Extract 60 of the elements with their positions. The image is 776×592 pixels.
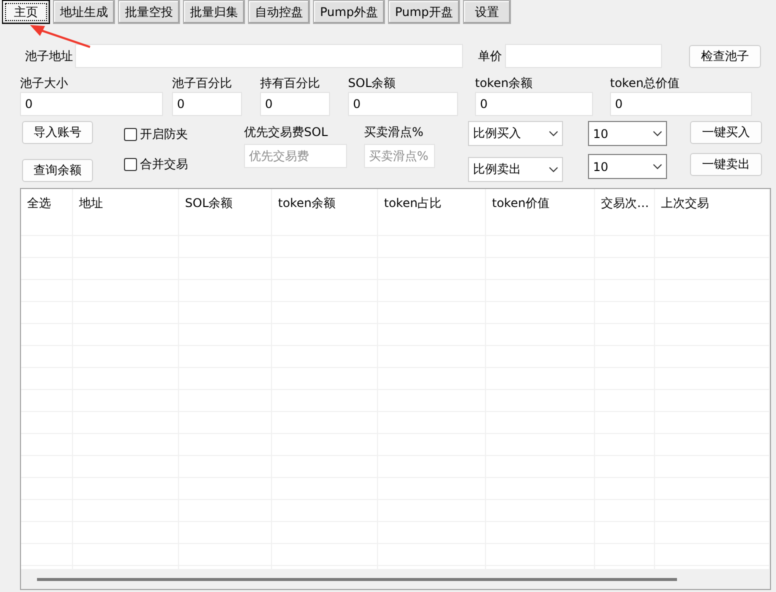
dropdown-value: 比例买入 xyxy=(473,125,521,142)
horizontal-scrollbar[interactable] xyxy=(21,569,770,589)
column-header[interactable]: 交易次… xyxy=(595,189,655,235)
tab[interactable]: 主页 xyxy=(2,0,50,24)
tab[interactable]: 自动控盘 xyxy=(248,0,310,24)
input-field[interactable]: 0 xyxy=(172,92,242,116)
input-field[interactable] xyxy=(75,44,463,68)
input-field[interactable]: 优先交易费 xyxy=(244,144,347,168)
tab[interactable]: 批量归集 xyxy=(183,0,245,24)
dropdown-value: 比例卖出 xyxy=(473,161,521,178)
chevron-down-icon xyxy=(653,130,662,136)
dropdown[interactable]: 10 xyxy=(588,154,667,179)
column-header[interactable]: token占比 xyxy=(378,189,486,235)
chevron-down-icon xyxy=(549,130,558,136)
arrow-annotation xyxy=(30,25,90,48)
trade-button[interactable]: 一键卖出 xyxy=(690,153,762,176)
input-field[interactable]: 0 xyxy=(348,92,458,116)
field-label: 优先交易费SOL xyxy=(244,124,329,141)
field-label: token余额 xyxy=(475,75,534,92)
field-label: token总价值 xyxy=(610,75,681,92)
dropdown[interactable]: 比例卖出 xyxy=(468,157,563,182)
tab[interactable]: 批量空投 xyxy=(118,0,180,24)
field-label: 单价 xyxy=(478,48,502,64)
input-field[interactable]: 0 xyxy=(20,92,163,116)
input-field[interactable]: 买卖滑点% xyxy=(364,144,435,168)
column-header[interactable]: token余额 xyxy=(272,189,378,235)
field-label: SOL余额 xyxy=(348,75,397,92)
tab[interactable]: Pump外盘 xyxy=(313,0,385,24)
scrollbar-thumb[interactable] xyxy=(37,578,677,580)
account-button[interactable]: 查询余额 xyxy=(22,159,93,182)
checkbox-label: 开启防夹 xyxy=(140,126,188,143)
column-header[interactable]: token价值 xyxy=(486,189,595,235)
account-button[interactable]: 导入账号 xyxy=(22,121,93,144)
tab[interactable]: Pump开盘 xyxy=(388,0,460,24)
checkbox[interactable] xyxy=(124,128,137,141)
tab[interactable]: 设置 xyxy=(462,0,511,24)
checkbox[interactable] xyxy=(124,158,137,171)
chevron-down-icon xyxy=(549,166,558,172)
column-header[interactable]: SOL余额 xyxy=(179,189,272,235)
tab[interactable]: 地址生成 xyxy=(53,0,115,24)
dropdown-value: 10 xyxy=(593,160,608,174)
field-label: 买卖滑点% xyxy=(364,124,424,141)
column-header[interactable]: 全选 xyxy=(21,189,73,235)
dropdown[interactable]: 10 xyxy=(588,121,667,146)
column-header[interactable]: 地址 xyxy=(73,189,179,235)
field-label: 池子百分比 xyxy=(172,75,233,92)
field-label: 池子地址 xyxy=(25,48,73,64)
input-field[interactable]: 0 xyxy=(260,92,330,116)
field-label: 池子大小 xyxy=(20,75,69,92)
chevron-down-icon xyxy=(653,164,662,170)
column-header[interactable]: 上次交易 xyxy=(655,189,770,235)
dropdown[interactable]: 比例买入 xyxy=(468,121,563,146)
input-field[interactable]: 0 xyxy=(475,92,593,116)
check-pool-button[interactable]: 检查池子 xyxy=(689,44,761,68)
checkbox-label: 合并交易 xyxy=(140,156,188,173)
trade-button[interactable]: 一键买入 xyxy=(690,121,762,144)
input-field[interactable]: 0 xyxy=(610,92,752,116)
field-label: 持有百分比 xyxy=(260,75,321,92)
dropdown-value: 10 xyxy=(593,126,608,140)
input-field[interactable] xyxy=(505,44,662,68)
